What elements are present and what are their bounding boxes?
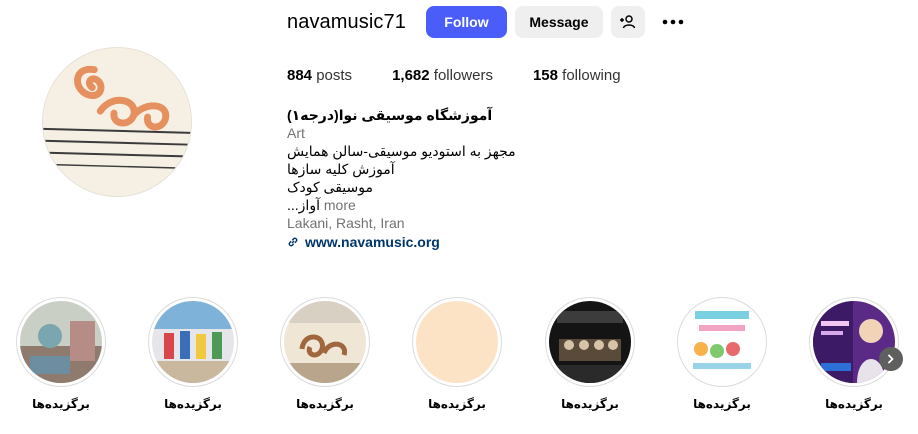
username: navamusic71 — [287, 10, 406, 33]
highlight-label: برگزیده‌ها — [693, 397, 751, 411]
profile-bio: آموزشگاه موسیقی نوا(درجه۱) Art مجهز به ا… — [287, 106, 527, 251]
highlight-ring — [677, 297, 767, 387]
profile-full-name: آموزشگاه موسیقی نوا(درجه۱) — [287, 107, 493, 123]
profile-avatar[interactable] — [42, 47, 192, 197]
bio-line: آواز... — [287, 197, 320, 213]
person-add-icon — [619, 15, 636, 29]
followers-count: 1,682 — [392, 67, 430, 84]
bio-line: مجهز به استودیو موسیقی-سالن همایش — [287, 143, 516, 159]
more-options-button[interactable] — [657, 6, 689, 38]
highlight-item[interactable]: برگزیده‌ها — [677, 297, 767, 411]
message-button[interactable]: Message — [514, 6, 603, 38]
bio-last-line: آواز... more — [287, 196, 527, 214]
following-count: 158 — [532, 67, 558, 84]
following-stat[interactable]: 158 following — [533, 67, 621, 84]
highlight-thumbnail — [813, 301, 895, 383]
more-horizontal-icon — [662, 19, 684, 25]
chevron-right-icon — [888, 354, 894, 364]
posts-stat: 884 posts — [287, 67, 352, 84]
website-link[interactable]: www.navamusic.org — [287, 233, 527, 251]
highlight-ring — [280, 297, 370, 387]
highlight-item[interactable]: برگزیده‌ها — [16, 297, 106, 411]
highlight-ring — [809, 297, 899, 387]
highlight-label: برگزیده‌ها — [561, 397, 619, 411]
highlight-thumbnail — [681, 301, 763, 383]
story-highlights: برگزیده‌ها برگزیده‌ها برگزیده‌ها برگزیده… — [16, 297, 906, 427]
profile-stats: 884 posts 1,682 followers 158 following — [287, 67, 661, 84]
highlight-ring — [16, 297, 106, 387]
bio-more-link[interactable]: more — [324, 197, 356, 213]
highlight-item[interactable]: برگزیده‌ها — [148, 297, 238, 411]
highlight-label: برگزیده‌ها — [32, 397, 90, 411]
highlight-ring — [148, 297, 238, 387]
website-url: www.navamusic.org — [305, 234, 440, 250]
highlight-item[interactable]: برگزیده‌ها — [412, 297, 502, 411]
highlights-next-button[interactable] — [879, 347, 903, 371]
profile-header: navamusic71 Follow Message — [287, 6, 689, 38]
bio-line: موسیقی کودک — [287, 179, 373, 195]
highlight-ring — [545, 297, 635, 387]
highlight-thumbnail — [416, 301, 498, 383]
follow-button[interactable]: Follow — [425, 6, 507, 38]
highlight-thumbnail — [152, 301, 234, 383]
highlight-thumbnail — [549, 301, 631, 383]
highlight-label: برگزیده‌ها — [428, 397, 486, 411]
followers-stat[interactable]: 1,682 followers — [392, 67, 493, 84]
add-user-button[interactable] — [610, 6, 645, 38]
profile-location: Lakani, Rasht, Iran — [287, 215, 405, 231]
highlight-item[interactable]: برگزیده‌ها — [545, 297, 635, 411]
posts-label: posts — [316, 67, 353, 84]
bio-line: آموزش کلیه سازها — [287, 161, 395, 177]
following-label: following — [562, 67, 621, 84]
highlight-label: برگزیده‌ها — [825, 397, 883, 411]
link-icon — [288, 237, 298, 247]
highlight-label: برگزیده‌ها — [296, 397, 354, 411]
nava-logo-image — [43, 48, 191, 196]
highlight-thumbnail — [20, 301, 102, 383]
highlight-label: برگزیده‌ها — [164, 397, 222, 411]
profile-category: Art — [287, 125, 305, 141]
highlight-item[interactable]: برگزیده‌ها — [280, 297, 370, 411]
highlight-ring — [412, 297, 502, 387]
posts-count: 884 — [287, 67, 313, 84]
followers-label: followers — [433, 67, 493, 84]
highlight-thumbnail — [284, 301, 366, 383]
